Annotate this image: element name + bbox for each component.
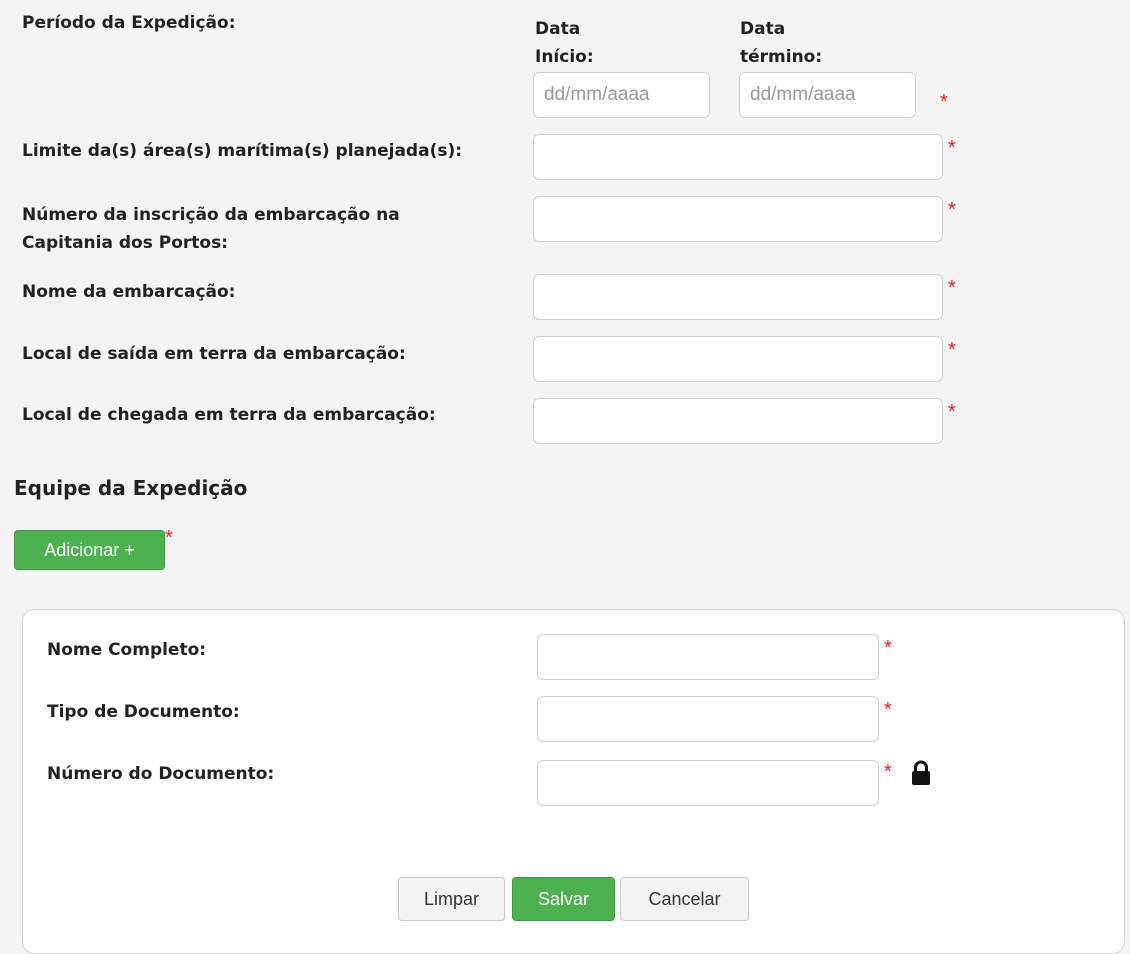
arrival-location-label: Local de chegada em terra da embarcação: [22,405,436,425]
registration-number-input[interactable] [533,196,943,242]
period-label: Período da Expedição: [22,13,236,33]
doc-number-input[interactable] [537,760,879,806]
start-date-input[interactable]: dd/mm/aaaa [533,72,710,118]
team-member-panel: Nome Completo: * Tipo de Documento: * Nú… [22,609,1125,954]
required-marker: * [940,91,948,113]
registration-number-label-2: Capitania dos Portos: [22,233,228,253]
doc-type-input[interactable] [537,696,879,742]
vessel-name-label: Nome da embarcação: [22,282,236,302]
end-date-input[interactable]: dd/mm/aaaa [739,72,916,118]
required-marker: * [948,199,956,221]
required-marker: * [948,137,956,159]
clear-button[interactable]: Limpar [398,877,505,921]
end-date-label-1: Data [740,19,786,39]
start-date-label-1: Data [535,19,581,39]
save-button[interactable]: Salvar [512,877,615,921]
required-marker: * [884,637,892,659]
required-marker: * [948,339,956,361]
add-member-button[interactable]: Adicionar + [14,530,165,570]
lock-icon [912,760,930,785]
required-marker: * [884,761,892,783]
cancel-button[interactable]: Cancelar [620,877,749,921]
full-name-input[interactable] [537,634,879,680]
end-date-label-2: término: [740,47,823,67]
required-marker: * [884,699,892,721]
arrival-location-input[interactable] [533,398,943,444]
area-limit-input[interactable] [533,134,943,180]
required-marker: * [948,277,956,299]
required-marker: * [165,527,173,549]
registration-number-label-1: Número da inscrição da embarcação na [22,205,400,225]
vessel-name-input[interactable] [533,274,943,320]
doc-number-label: Número do Documento: [47,764,275,784]
doc-type-label: Tipo de Documento: [47,702,240,722]
start-date-label-2: Início: [535,47,594,67]
full-name-label: Nome Completo: [47,640,207,660]
area-limit-label: Limite da(s) área(s) marítima(s) planeja… [22,141,463,161]
team-section-title: Equipe da Expedição [14,476,248,500]
departure-location-input[interactable] [533,336,943,382]
departure-location-label: Local de saída em terra da embarcação: [22,344,406,364]
required-marker: * [948,401,956,423]
